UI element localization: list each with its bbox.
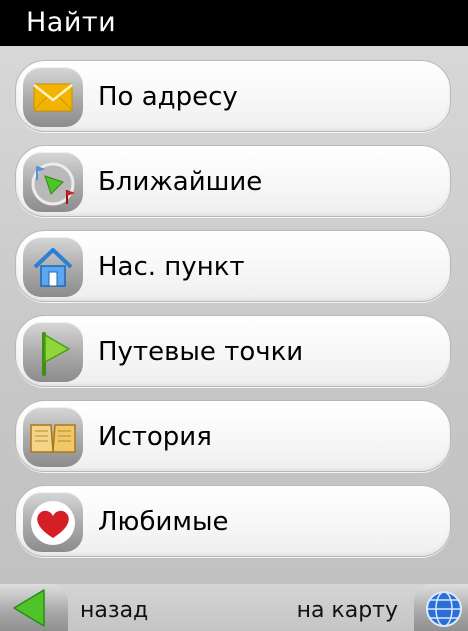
menu-button-label: Ближайшие — [98, 167, 263, 197]
envelope-icon — [23, 67, 83, 127]
menu-button-label: Путевые точки — [98, 337, 304, 367]
page-title: Найти — [26, 7, 117, 38]
menu-button-label: История — [98, 422, 212, 452]
title-bar: Найти — [0, 0, 468, 46]
compass-icon — [23, 152, 83, 212]
back-arrow-icon — [13, 589, 45, 627]
heart-icon — [23, 492, 83, 552]
back-button[interactable] — [0, 584, 68, 631]
menu-button-settlement[interactable]: Нас. пункт — [15, 230, 451, 302]
menu-button-favorites[interactable]: Любимые — [15, 485, 451, 557]
to-map-label[interactable]: на карту — [297, 598, 398, 623]
menu-button-nearest[interactable]: Ближайшие — [15, 145, 451, 217]
menu-button-history[interactable]: История — [15, 400, 451, 472]
back-label[interactable]: назад — [80, 598, 148, 623]
open-book-icon — [23, 407, 83, 467]
find-screen: Найти По адресу Ближайшие Нас. пункт Пут… — [0, 0, 468, 631]
bottom-bar: назад на карту — [0, 584, 468, 631]
menu-button-waypoints[interactable]: Путевые точки — [15, 315, 451, 387]
menu-button-label: Нас. пункт — [98, 252, 245, 282]
globe-icon — [426, 591, 462, 627]
flag-icon — [23, 322, 83, 382]
menu-button-label: Любимые — [98, 507, 229, 537]
menu-button-label: По адресу — [98, 82, 238, 112]
house-icon — [23, 237, 83, 297]
menu-button-address[interactable]: По адресу — [15, 60, 451, 132]
to-map-button[interactable] — [414, 584, 468, 631]
